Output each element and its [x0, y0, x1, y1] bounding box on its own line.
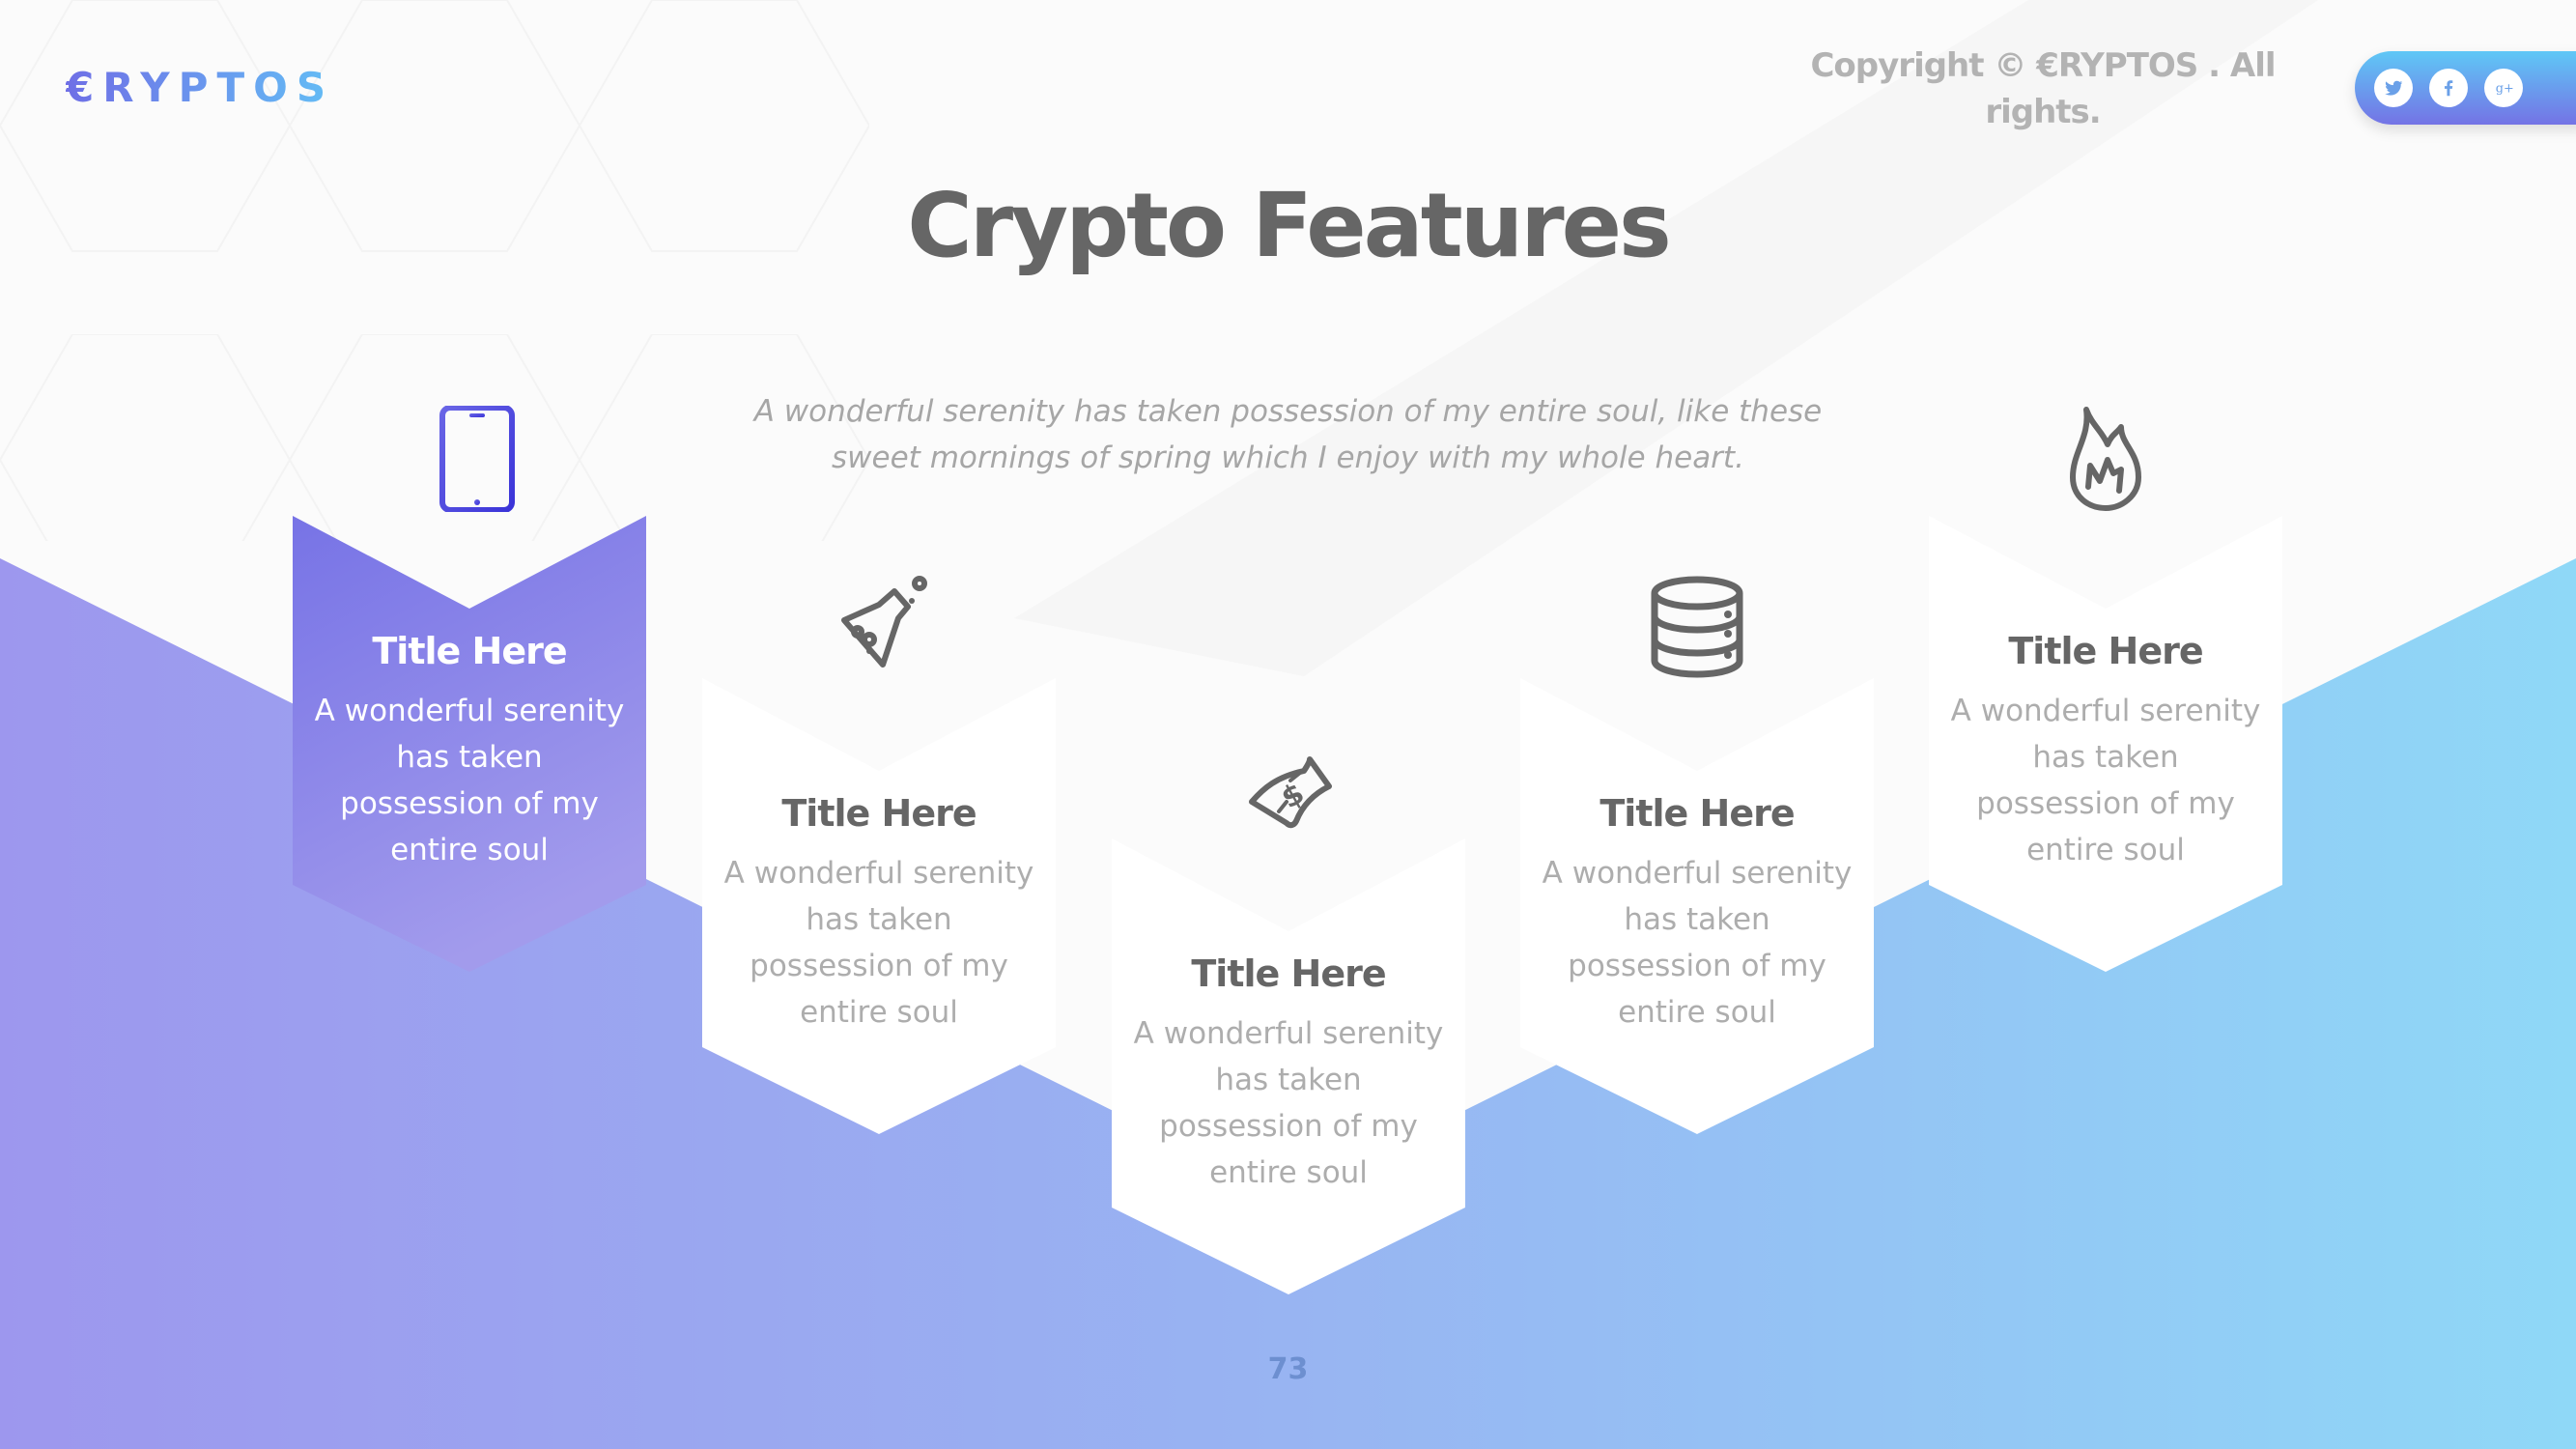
twitter-icon	[2385, 80, 2403, 96]
page-title: Crypto Features	[907, 174, 1672, 277]
flask-icon	[841, 576, 927, 668]
money-bill-icon: $	[1249, 756, 1332, 829]
card-description: A wonderful serenity has taken possessio…	[1542, 856, 1853, 1030]
card-description: A wonderful serenity has taken possessio…	[1133, 1016, 1444, 1190]
card-title: Title Here	[2008, 630, 2203, 672]
social-bar: g+	[2355, 51, 2576, 125]
feature-card[interactable]: Title Here A wonderful serenity has take…	[1929, 407, 2282, 972]
card-title: Title Here	[372, 630, 567, 672]
database-icon	[1651, 576, 1743, 678]
feature-card[interactable]: Title Here A wonderful serenity has take…	[1520, 576, 1874, 1134]
card-description: A wonderful serenity has taken possessio…	[1950, 694, 2261, 867]
facebook-button[interactable]	[2429, 69, 2468, 107]
brand-logo[interactable]: €RYPTOS	[66, 64, 334, 111]
feature-card[interactable]: Title Here A wonderful serenity has take…	[702, 576, 1056, 1134]
card-title: Title Here	[1191, 952, 1386, 995]
twitter-button[interactable]	[2374, 69, 2413, 107]
svg-text:g+: g+	[2496, 82, 2514, 97]
fire-icon	[2070, 407, 2141, 511]
card-title: Title Here	[1599, 792, 1795, 835]
page-subtitle: A wonderful serenity has taken possessio…	[753, 394, 1823, 475]
google-plus-icon: g+	[2496, 82, 2514, 97]
card-title: Title Here	[781, 792, 977, 835]
tablet-icon	[439, 406, 515, 512]
card-description: A wonderful serenity has taken possessio…	[314, 694, 625, 867]
copyright-text: Copyright © €RYPTOS . All rights.	[1810, 46, 2276, 131]
page-number: 73	[1267, 1352, 1309, 1386]
google-plus-button[interactable]: g+	[2484, 69, 2523, 107]
feature-card[interactable]: Title Here A wonderful serenity has take…	[293, 406, 646, 972]
facebook-icon	[2444, 80, 2453, 97]
feature-card[interactable]: $ Title Here A wonderful serenity has ta…	[1112, 756, 1465, 1294]
card-description: A wonderful serenity has taken possessio…	[723, 856, 1034, 1030]
